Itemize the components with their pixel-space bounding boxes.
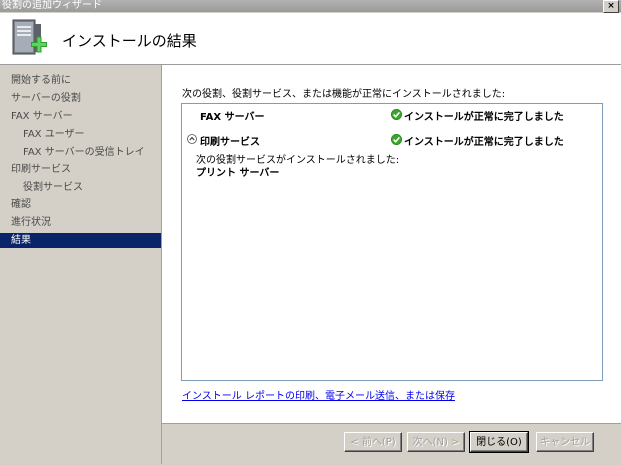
wizard-footer: < 前へ(P) 次へ(N) > 閉じる(O) キャンセル [162, 423, 621, 465]
sidebar-item-results[interactable]: 結果 [0, 233, 161, 248]
success-check-icon [391, 109, 402, 120]
result-status-fax-server: インストールが正常に完了しました [404, 112, 564, 123]
sidebar-item-before-you-begin[interactable]: 開始する前に [0, 73, 161, 88]
server-add-icon [12, 19, 47, 55]
next-button[interactable]: 次へ(N) > [407, 432, 465, 452]
sidebar-item-role-services[interactable]: 役割サービス [0, 180, 161, 195]
detail-item-print-server: プリント サーバー [196, 168, 280, 179]
wizard-sidebar: 開始する前に サーバーの役割 FAX サーバー FAX ユーザー FAX サーバ… [0, 65, 162, 464]
sidebar-item-server-roles[interactable]: サーバーの役割 [0, 91, 161, 106]
page-title: インストールの結果 [62, 32, 197, 50]
cancel-button[interactable]: キャンセル [536, 432, 594, 452]
back-button[interactable]: < 前へ(P) [344, 432, 402, 452]
result-name-print-services: 印刷サービス [200, 137, 260, 148]
result-status-print-services: インストールが正常に完了しました [404, 137, 564, 148]
close-button[interactable]: 閉じる(O) [469, 431, 529, 453]
close-window-button[interactable]: × [603, 0, 619, 13]
sidebar-item-fax-server[interactable]: FAX サーバー [0, 109, 161, 124]
sidebar-item-confirmation[interactable]: 確認 [0, 197, 161, 212]
result-name-fax-server: FAX サーバー [200, 112, 265, 123]
main-panel: 次の役割、役割サービス、または機能が正常にインストールされました: FAX サー… [162, 65, 621, 423]
title-bar: 役割の追加ウィザード × [0, 0, 621, 13]
collapse-chevron-icon[interactable] [187, 134, 197, 144]
sidebar-item-fax-users[interactable]: FAX ユーザー [0, 127, 161, 142]
success-check-icon [391, 134, 402, 145]
sidebar-item-progress[interactable]: 進行状況 [0, 215, 161, 230]
report-link[interactable]: インストール レポートの印刷、電子メール送信、または保存 [182, 387, 455, 402]
window-title: 役割の追加ウィザード [2, 0, 102, 11]
sidebar-item-fax-inbox[interactable]: FAX サーバーの受信トレイ [0, 145, 161, 160]
summary-text: 次の役割、役割サービス、または機能が正常にインストールされました: [182, 89, 506, 100]
wizard-header: インストールの結果 [0, 13, 621, 65]
sidebar-item-print-services[interactable]: 印刷サービス [0, 162, 161, 177]
results-list: FAX サーバー インストールが正常に完了しました 印刷サービス インストールが… [181, 103, 603, 381]
